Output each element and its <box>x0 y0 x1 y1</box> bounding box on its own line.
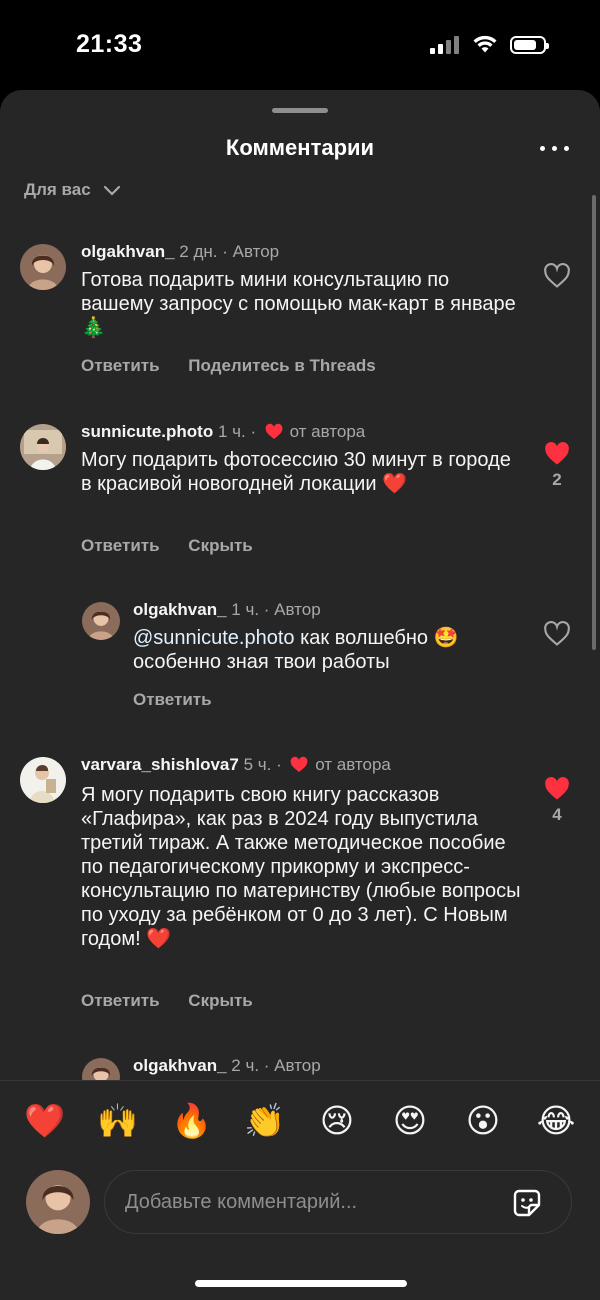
quick-reactions-bar: ❤️ 🙌 🔥 👏 😢 😍 😮 😂 <box>0 1080 600 1151</box>
comment-actions: Ответить Скрыть <box>81 536 277 556</box>
comment-meta: olgakhvan_ 1 ч. · Автор <box>133 600 321 619</box>
liked-by-author-label: от автора <box>289 422 366 441</box>
reply-button[interactable]: Ответить <box>133 690 212 709</box>
emoji-raised-hands-button[interactable]: 🙌 <box>97 1101 138 1141</box>
heart-outline-icon[interactable] <box>543 620 571 648</box>
emoji-heart-button[interactable]: ❤️ <box>24 1101 65 1141</box>
comment-text: Я могу подарить свою книгу рассказов «Гл… <box>81 784 521 950</box>
my-avatar <box>26 1170 90 1234</box>
author-tag: Автор <box>232 242 280 261</box>
avatar[interactable] <box>20 424 66 470</box>
liked-by-author-heart-icon <box>291 756 308 772</box>
liked-by-author-label: от автора <box>315 755 391 774</box>
username[interactable]: olgakhvan_ <box>133 600 227 619</box>
sheet-grabber[interactable] <box>272 108 328 113</box>
status-bar: 21:33 <box>0 0 600 90</box>
comment-meta: olgakhvan_ 2 ч. · Автор <box>133 1056 321 1075</box>
like-count: 4 <box>552 805 562 824</box>
comment-input[interactable]: Добавьте комментарий... <box>104 1170 572 1234</box>
comment-actions: Ответить <box>133 690 236 710</box>
comment-text: Могу подарить фотосессию 30 минут в горо… <box>81 449 511 495</box>
chevron-down-icon <box>104 185 121 196</box>
filter-dropdown[interactable]: Для вас <box>24 180 121 200</box>
battery-icon <box>510 36 549 54</box>
username[interactable]: varvara_shishlova7 <box>81 755 239 774</box>
username[interactable]: olgakhvan_ <box>81 242 175 261</box>
more-options-icon[interactable] <box>540 146 570 156</box>
avatar[interactable] <box>20 244 66 290</box>
comment-time: 2 дн. <box>179 242 218 261</box>
heart-filled-icon[interactable] <box>543 775 571 803</box>
comment-actions: Ответить Скрыть <box>81 991 277 1011</box>
comment-time: 5 ч. <box>243 755 272 774</box>
reply-button[interactable]: Ответить <box>81 991 160 1010</box>
emoji-clap-button[interactable]: 👏 <box>244 1101 285 1141</box>
username[interactable]: sunnicute.photo <box>81 422 213 441</box>
emoji-heart-eyes-button[interactable]: 😍 <box>390 1101 430 1141</box>
comment-meta: olgakhvan_ 2 дн. · Автор <box>81 242 280 261</box>
avatar[interactable] <box>20 757 66 803</box>
emoji-laugh-button[interactable]: 😂 <box>536 1101 576 1141</box>
sticker-icon[interactable] <box>509 1185 545 1221</box>
comment-input-placeholder: Добавьте комментарий... <box>125 1191 358 1213</box>
heart-filled-icon[interactable] <box>543 440 571 468</box>
cellular-signal-icon <box>430 36 460 54</box>
reply-button[interactable]: Ответить <box>81 536 160 555</box>
hide-button[interactable]: Скрыть <box>188 991 252 1010</box>
status-time: 21:33 <box>76 30 143 58</box>
emoji-cry-button[interactable]: 😢 <box>317 1101 357 1141</box>
share-threads-button[interactable]: Поделитесь в Threads <box>188 356 375 375</box>
filter-label: Для вас <box>24 180 91 199</box>
comment-composer: Добавьте комментарий... <box>0 1158 600 1258</box>
emoji-surprised-button[interactable]: 😮 <box>463 1101 503 1141</box>
page-title: Комментарии <box>225 135 375 160</box>
author-tag: Автор <box>274 1056 321 1075</box>
comment-text: Готова подарить мини консультацию по ваш… <box>81 269 516 339</box>
mention-link[interactable]: @sunnicute.photo <box>133 627 295 649</box>
comment-text: @sunnicute.photo как волшебно 🤩 особенно… <box>133 626 513 674</box>
avatar[interactable] <box>82 602 120 640</box>
comments-sheet: Комментарии Для вас olgakhvan_ 2 дн. · А… <box>0 90 600 1300</box>
liked-by-author-heart-icon <box>265 423 283 439</box>
home-indicator[interactable] <box>195 1280 407 1287</box>
username[interactable]: olgakhvan_ <box>133 1056 227 1075</box>
scrollbar[interactable] <box>592 195 596 650</box>
hide-button[interactable]: Скрыть <box>188 536 252 555</box>
wifi-icon <box>473 35 497 53</box>
author-tag: Автор <box>274 600 321 619</box>
comment-time: 1 ч. <box>231 600 260 619</box>
comment-meta: varvara_shishlova7 5 ч. · от автора <box>81 755 391 774</box>
comment-actions: Ответить Поделитесь в Threads <box>81 356 400 376</box>
comment-time: 2 ч. <box>231 1056 260 1075</box>
reply-button[interactable]: Ответить <box>81 356 160 375</box>
emoji-fire-button[interactable]: 🔥 <box>171 1101 212 1141</box>
comment-meta: sunnicute.photo 1 ч. · от автора <box>81 422 366 441</box>
heart-outline-icon[interactable] <box>543 262 571 290</box>
comment-time: 1 ч. <box>217 422 246 441</box>
like-count: 2 <box>552 470 562 489</box>
